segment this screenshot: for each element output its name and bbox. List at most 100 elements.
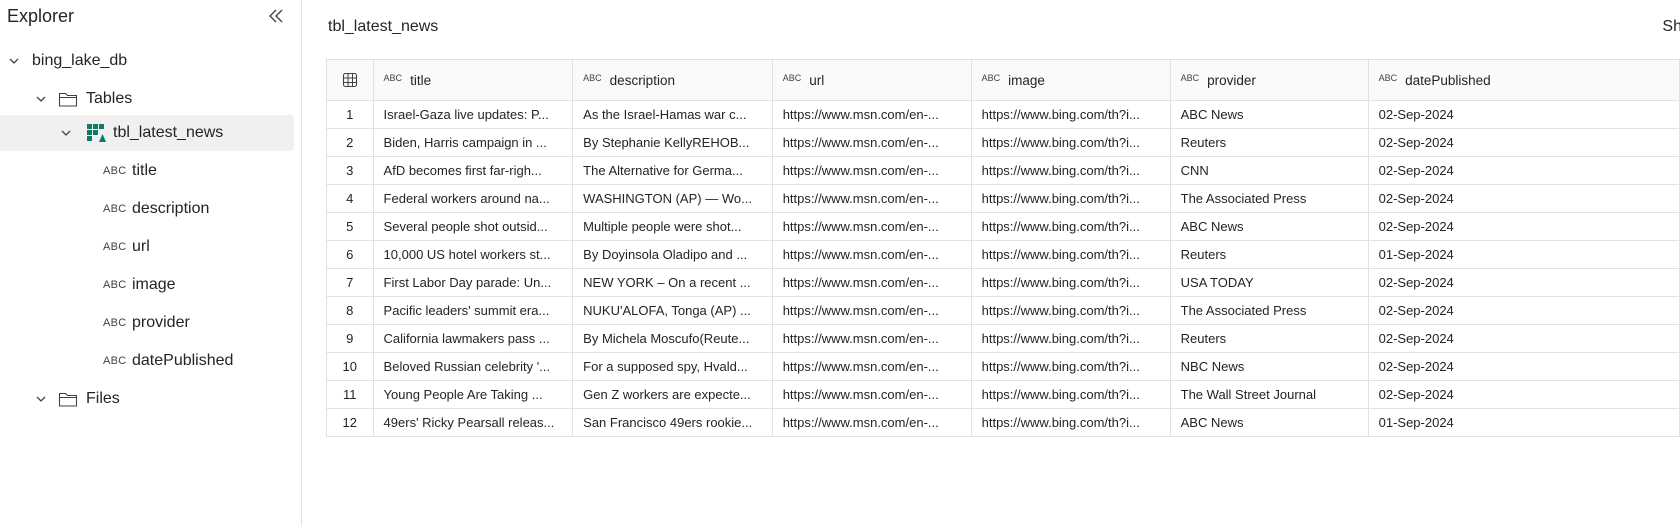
toolbar-cut-text[interactable]: Sh <box>1662 18 1680 36</box>
table-row[interactable]: 10 Beloved Russian celebrity '... For a su… <box>326 352 1680 381</box>
cell-url[interactable]: https://www.msn.com/en-... <box>771 408 972 437</box>
cell-title[interactable]: Beloved Russian celebrity '... <box>372 352 574 381</box>
cell-url[interactable]: https://www.msn.com/en-... <box>771 296 972 325</box>
cell-description[interactable]: WASHINGTON (AP) — Wo... <box>572 184 773 213</box>
chevron-down-icon[interactable] <box>59 126 73 140</box>
cell-datepublished[interactable]: 02-Sep-2024 <box>1367 156 1680 185</box>
cell-url[interactable]: https://www.msn.com/en-... <box>771 100 972 129</box>
table-row[interactable]: 3 AfD becomes first far-righ... The Altern… <box>326 156 1680 185</box>
tree-item-database[interactable]: bing_lake_db <box>0 43 294 79</box>
cell-provider[interactable]: The Associated Press <box>1169 184 1369 213</box>
cell-image[interactable]: https://www.bing.com/th?i... <box>970 352 1171 381</box>
table-row[interactable]: 6 10,000 US hotel workers st... By Doyinso… <box>326 240 1680 269</box>
cell-provider[interactable]: Reuters <box>1169 128 1369 157</box>
cell-description[interactable]: The Alternative for Germa... <box>572 156 773 185</box>
table-row[interactable]: 11 Young People Are Taking ... Gen Z worke… <box>326 380 1680 409</box>
cell-title[interactable]: Several people shot outsid... <box>372 212 574 241</box>
cell-provider[interactable]: ABC News <box>1169 100 1369 129</box>
cell-url[interactable]: https://www.msn.com/en-... <box>771 380 972 409</box>
cell-title[interactable]: 10,000 US hotel workers st... <box>372 240 574 269</box>
cell-title[interactable]: Pacific leaders' summit era... <box>372 296 574 325</box>
cell-title[interactable]: Federal workers around na... <box>372 184 574 213</box>
column-header-url[interactable]: ABC url <box>771 59 972 101</box>
table-row[interactable]: 5 Several people shot outsid... Multiple p… <box>326 212 1680 241</box>
table-row[interactable]: 9 California lawmakers pass ... By Michela… <box>326 324 1680 353</box>
cell-provider[interactable]: CNN <box>1169 156 1369 185</box>
cell-provider[interactable]: ABC News <box>1169 212 1369 241</box>
cell-datepublished[interactable]: 02-Sep-2024 <box>1367 100 1680 129</box>
cell-datepublished[interactable]: 02-Sep-2024 <box>1367 128 1680 157</box>
collapse-pane-icon[interactable] <box>266 6 286 26</box>
cell-description[interactable]: Multiple people were shot... <box>572 212 773 241</box>
column-header-image[interactable]: ABC image <box>970 59 1171 101</box>
cell-image[interactable]: https://www.bing.com/th?i... <box>970 240 1171 269</box>
cell-image[interactable]: https://www.bing.com/th?i... <box>970 100 1171 129</box>
cell-description[interactable]: By Doyinsola Oladipo and ... <box>572 240 773 269</box>
cell-image[interactable]: https://www.bing.com/th?i... <box>970 156 1171 185</box>
table-row[interactable]: 12 49ers' Ricky Pearsall releas... San Fra… <box>326 408 1680 437</box>
cell-description[interactable]: By Stephanie KellyREHOB... <box>572 128 773 157</box>
cell-datepublished[interactable]: 02-Sep-2024 <box>1367 296 1680 325</box>
cell-url[interactable]: https://www.msn.com/en-... <box>771 268 972 297</box>
column-header-description[interactable]: ABC description <box>572 59 773 101</box>
tree-item-table[interactable]: tbl_latest_news <box>0 115 294 151</box>
tree-item-column-image[interactable]: ABC image <box>0 267 294 303</box>
cell-datepublished[interactable]: 01-Sep-2024 <box>1367 240 1680 269</box>
cell-url[interactable]: https://www.msn.com/en-... <box>771 240 972 269</box>
cell-description[interactable]: As the Israel-Hamas war c... <box>572 100 773 129</box>
cell-description[interactable]: By Michela Moscufo(Reute... <box>572 324 773 353</box>
column-header-title[interactable]: ABC title <box>372 59 574 101</box>
chevron-down-icon[interactable] <box>7 54 21 68</box>
cell-image[interactable]: https://www.bing.com/th?i... <box>970 212 1171 241</box>
chevron-down-icon[interactable] <box>34 92 48 106</box>
table-row[interactable]: 7 First Labor Day parade: Un... NEW YORK –… <box>326 268 1680 297</box>
tree-item-column-title[interactable]: ABC title <box>0 153 294 189</box>
cell-title[interactable]: Young People Are Taking ... <box>372 380 574 409</box>
cell-url[interactable]: https://www.msn.com/en-... <box>771 156 972 185</box>
cell-image[interactable]: https://www.bing.com/th?i... <box>970 296 1171 325</box>
tree-item-files-folder[interactable]: Files <box>0 381 294 417</box>
cell-url[interactable]: https://www.msn.com/en-... <box>771 324 972 353</box>
cell-title[interactable]: California lawmakers pass ... <box>372 324 574 353</box>
cell-provider[interactable]: ABC News <box>1169 408 1369 437</box>
cell-datepublished[interactable]: 02-Sep-2024 <box>1367 324 1680 353</box>
cell-title[interactable]: First Labor Day parade: Un... <box>372 268 574 297</box>
cell-provider[interactable]: Reuters <box>1169 324 1369 353</box>
cell-provider[interactable]: Reuters <box>1169 240 1369 269</box>
tree-item-column-provider[interactable]: ABC provider <box>0 305 294 341</box>
cell-provider[interactable]: NBC News <box>1169 352 1369 381</box>
cell-datepublished[interactable]: 01-Sep-2024 <box>1367 408 1680 437</box>
cell-url[interactable]: https://www.msn.com/en-... <box>771 184 972 213</box>
table-row[interactable]: 2 Biden, Harris campaign in ... By Stephan… <box>326 128 1680 157</box>
cell-description[interactable]: Gen Z workers are expecte... <box>572 380 773 409</box>
tree-item-column-description[interactable]: ABC description <box>0 191 294 227</box>
cell-provider[interactable]: The Wall Street Journal <box>1169 380 1369 409</box>
cell-datepublished[interactable]: 02-Sep-2024 <box>1367 268 1680 297</box>
chevron-down-icon[interactable] <box>34 392 48 406</box>
cell-datepublished[interactable]: 02-Sep-2024 <box>1367 380 1680 409</box>
cell-image[interactable]: https://www.bing.com/th?i... <box>970 324 1171 353</box>
table-row[interactable]: 4 Federal workers around na... WASHINGTON … <box>326 184 1680 213</box>
cell-image[interactable]: https://www.bing.com/th?i... <box>970 408 1171 437</box>
column-header-datepublished[interactable]: ABC datePublished <box>1367 59 1680 101</box>
cell-url[interactable]: https://www.msn.com/en-... <box>771 128 972 157</box>
cell-provider[interactable]: The Associated Press <box>1169 296 1369 325</box>
cell-image[interactable]: https://www.bing.com/th?i... <box>970 380 1171 409</box>
cell-title[interactable]: Biden, Harris campaign in ... <box>372 128 574 157</box>
cell-datepublished[interactable]: 02-Sep-2024 <box>1367 212 1680 241</box>
cell-description[interactable]: San Francisco 49ers rookie... <box>572 408 773 437</box>
cell-url[interactable]: https://www.msn.com/en-... <box>771 212 972 241</box>
cell-image[interactable]: https://www.bing.com/th?i... <box>970 184 1171 213</box>
cell-datepublished[interactable]: 02-Sep-2024 <box>1367 352 1680 381</box>
cell-url[interactable]: https://www.msn.com/en-... <box>771 352 972 381</box>
cell-description[interactable]: NEW YORK – On a recent ... <box>572 268 773 297</box>
cell-title[interactable]: 49ers' Ricky Pearsall releas... <box>372 408 574 437</box>
table-row[interactable]: 8 Pacific leaders' summit era... NUKU'ALOF… <box>326 296 1680 325</box>
column-header-provider[interactable]: ABC provider <box>1169 59 1369 101</box>
cell-image[interactable]: https://www.bing.com/th?i... <box>970 268 1171 297</box>
cell-image[interactable]: https://www.bing.com/th?i... <box>970 128 1171 157</box>
cell-description[interactable]: For a supposed spy, Hvald... <box>572 352 773 381</box>
tree-item-column-url[interactable]: ABC url <box>0 229 294 265</box>
cell-title[interactable]: AfD becomes first far-righ... <box>372 156 574 185</box>
cell-provider[interactable]: USA TODAY <box>1169 268 1369 297</box>
